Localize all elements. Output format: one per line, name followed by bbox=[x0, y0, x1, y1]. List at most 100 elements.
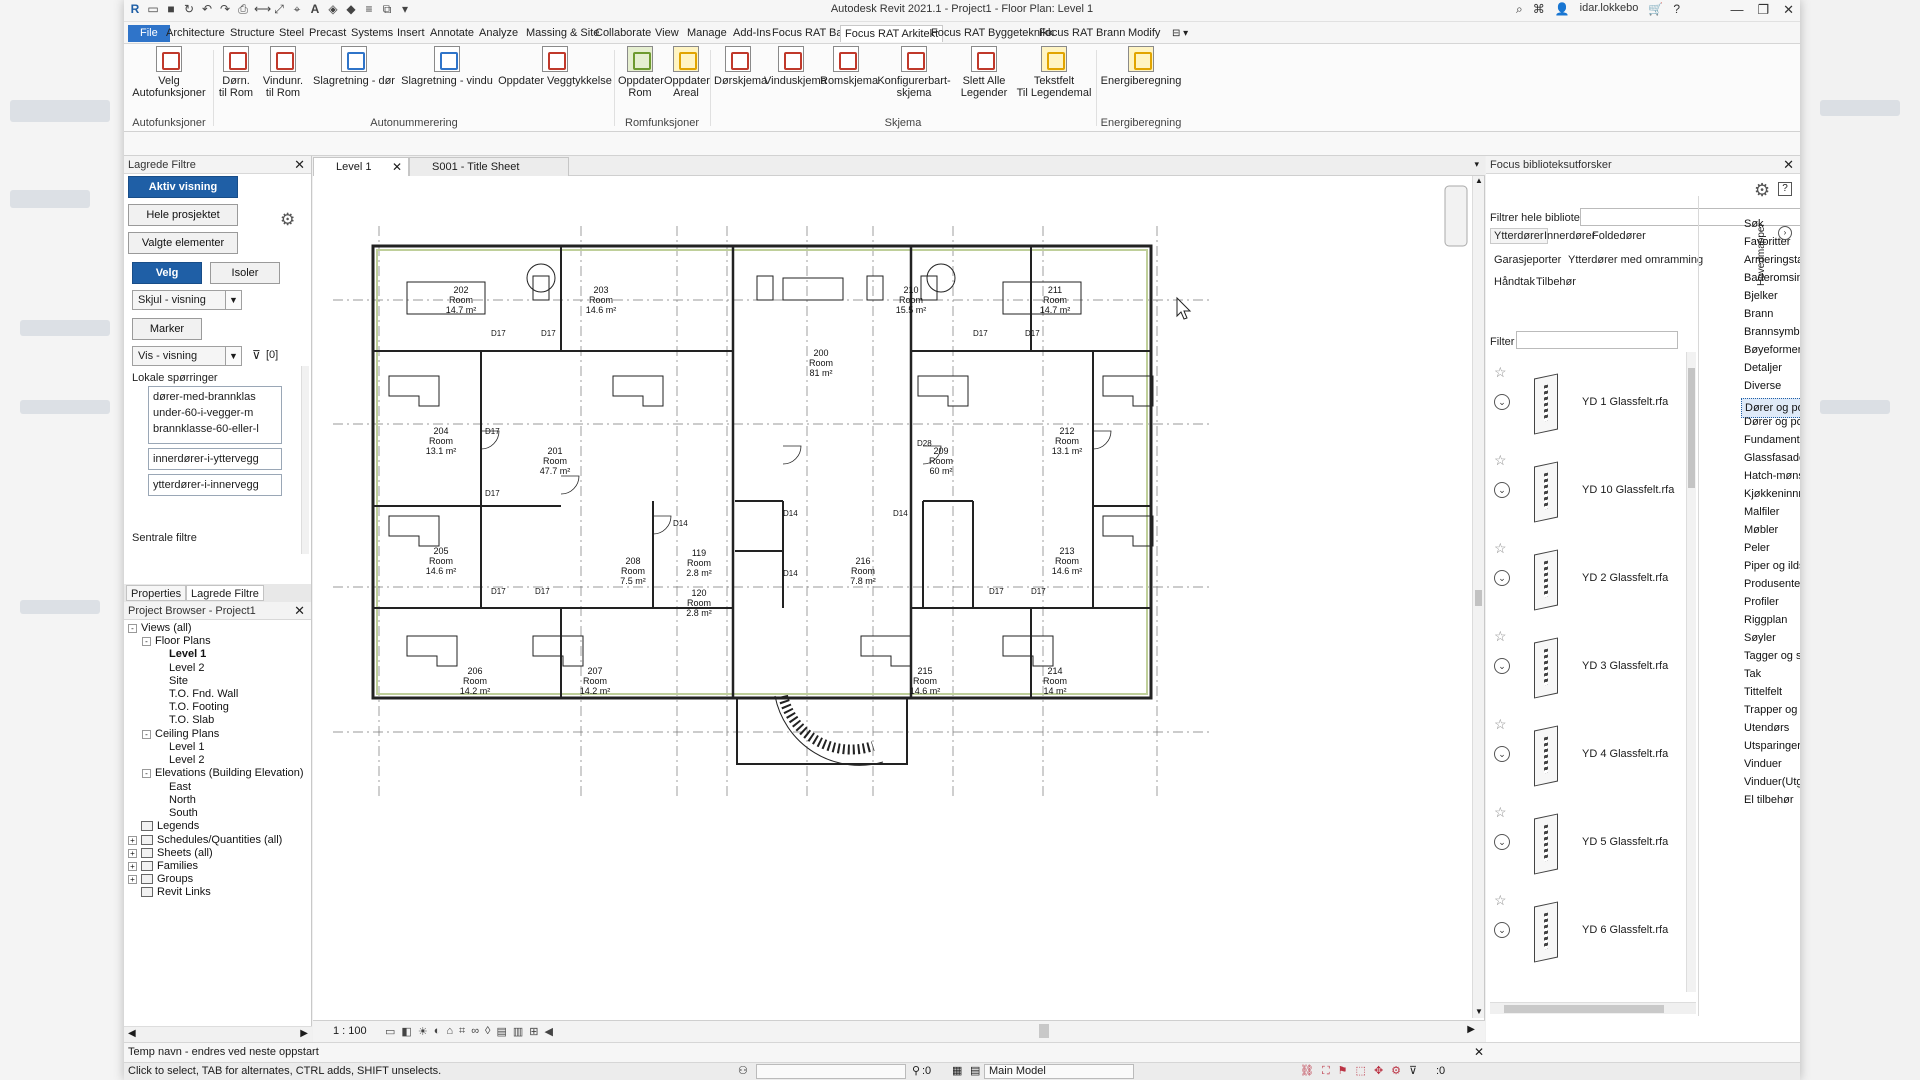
editable-icon[interactable]: ⚲ bbox=[912, 1063, 920, 1079]
collapse-icon[interactable]: - bbox=[142, 729, 151, 739]
slett-alle-legender-button[interactable]: Slett Alle Legender bbox=[956, 46, 1012, 99]
username[interactable]: idar.lokkebo bbox=[1580, 2, 1639, 17]
minimize-icon[interactable]: — bbox=[1730, 2, 1743, 18]
door-tag[interactable]: D14 bbox=[783, 569, 798, 578]
valgte-elementer-button[interactable]: Valgte elementer bbox=[128, 232, 238, 254]
star-icon[interactable]: ☆ bbox=[1494, 364, 1507, 381]
star-icon[interactable]: ☆ bbox=[1494, 716, 1507, 733]
room-tag[interactable]: 119Room2.8 m² bbox=[686, 548, 712, 578]
collapse-icon[interactable]: - bbox=[142, 636, 151, 646]
category-item[interactable]: Dører og porter(Utgående) bbox=[1744, 416, 1800, 428]
close-panel-icon[interactable]: ✕ bbox=[294, 156, 305, 174]
scrollbar[interactable] bbox=[301, 366, 309, 554]
category-item[interactable]: Utsparinger bbox=[1744, 740, 1800, 752]
star-icon[interactable]: ☆ bbox=[1494, 892, 1507, 909]
category-item[interactable]: Profiler bbox=[1744, 596, 1779, 608]
category-item[interactable]: Dører og porter bbox=[1741, 398, 1800, 418]
category-item[interactable]: Trapper og rekkverk bbox=[1744, 704, 1800, 716]
room-tag[interactable]: 201Room47.7 m² bbox=[540, 446, 571, 476]
tab-properties[interactable]: Properties bbox=[126, 585, 187, 601]
help-icon[interactable]: ? bbox=[1778, 182, 1792, 196]
tab-steel[interactable]: Steel bbox=[275, 25, 308, 42]
category-item[interactable]: Fundamenter bbox=[1744, 434, 1800, 446]
workset-dropdown[interactable] bbox=[756, 1064, 906, 1079]
chevron-down-circle-icon[interactable]: ⌄ bbox=[1494, 922, 1510, 938]
constraints-icon[interactable]: ⊞ bbox=[529, 1025, 538, 1038]
select-links-icon[interactable]: ⛓ bbox=[1300, 1063, 1314, 1079]
tab-collaborate[interactable]: Collaborate bbox=[591, 25, 655, 42]
tab-list-icon[interactable]: ▾ bbox=[1474, 159, 1479, 170]
tab-modify[interactable]: Modify bbox=[1124, 25, 1164, 42]
category-item[interactable]: Tagger og symboler bbox=[1744, 650, 1800, 662]
oppdater-rom-button[interactable]: Oppdater Rom bbox=[618, 46, 664, 99]
items-scrollbar[interactable] bbox=[1686, 352, 1696, 992]
scroll-thumb[interactable] bbox=[1504, 1005, 1664, 1013]
category-item[interactable]: Peler bbox=[1744, 542, 1770, 554]
expand-icon[interactable]: + bbox=[128, 835, 137, 845]
door-tag[interactable]: D17 bbox=[535, 587, 550, 596]
door-tag[interactable]: D17 bbox=[485, 427, 500, 436]
marker-button[interactable]: Marker bbox=[132, 318, 202, 340]
category-item[interactable]: Diverse bbox=[1744, 380, 1781, 392]
maximize-icon[interactable]: ❐ bbox=[1757, 2, 1769, 18]
horizontal-scroll-thumb[interactable] bbox=[1039, 1024, 1049, 1038]
category-item[interactable]: Utendørs bbox=[1744, 722, 1789, 734]
tab-annotate[interactable]: Annotate bbox=[426, 25, 478, 42]
reveal-hidden-icon[interactable]: ◊ bbox=[485, 1025, 490, 1038]
settings-gear-icon[interactable]: ⚙ bbox=[1754, 180, 1770, 201]
aktiv-visning-button[interactable]: Aktiv visning bbox=[128, 176, 238, 198]
chevron-down-circle-icon[interactable]: ⌄ bbox=[1494, 658, 1510, 674]
highlight-icon[interactable]: ▥ bbox=[513, 1025, 523, 1038]
category-item[interactable]: Brannsymboler bbox=[1744, 326, 1800, 338]
door-tag[interactable]: D17 bbox=[989, 587, 1004, 596]
close-icon[interactable]: ✕ bbox=[1783, 2, 1794, 18]
door-tag[interactable]: D17 bbox=[541, 329, 556, 338]
tree-item[interactable]: Revit Links bbox=[128, 884, 211, 900]
scrollbar[interactable]: ◀ ▶ bbox=[124, 1026, 312, 1042]
star-icon[interactable]: ☆ bbox=[1494, 452, 1507, 469]
category-item[interactable]: El tilbehør bbox=[1744, 794, 1794, 806]
filter-funnel-icon[interactable]: ⊽ bbox=[252, 348, 261, 362]
worksharing-icon[interactable]: ▤ bbox=[496, 1025, 506, 1038]
tab-insert[interactable]: Insert bbox=[393, 25, 429, 42]
tab-manage[interactable]: Manage bbox=[683, 25, 731, 42]
category-item[interactable]: Baderomsinnredning bbox=[1744, 272, 1800, 284]
render-icon[interactable]: ⌂ bbox=[446, 1025, 453, 1038]
tab-structure[interactable]: Structure bbox=[226, 25, 279, 42]
category-item[interactable]: Hatch-mønster bbox=[1744, 470, 1800, 482]
category-item[interactable]: Riggplan bbox=[1744, 614, 1787, 626]
door-tag[interactable]: D17 bbox=[491, 329, 506, 338]
velg-autofunksjoner-button[interactable]: Velg Autofunksjoner bbox=[126, 46, 212, 99]
category-item[interactable]: Vinduer(Utgående) bbox=[1744, 776, 1800, 788]
category-item[interactable]: Møbler bbox=[1744, 524, 1778, 536]
room-tag[interactable]: 206Room14.2 m² bbox=[460, 666, 491, 696]
category-item[interactable]: Armeringstagger og -symboler bbox=[1744, 254, 1800, 266]
category-item[interactable]: Malfiler bbox=[1744, 506, 1779, 518]
background-process-icon[interactable]: ⚙ bbox=[1391, 1063, 1401, 1079]
chevron-down-circle-icon[interactable]: ⌄ bbox=[1494, 394, 1510, 410]
dorskjema-button[interactable]: Dørskjema bbox=[714, 46, 767, 87]
floor-plan[interactable]: 202Room14.7 m²203Room14.6 m²210Room15.5 … bbox=[313, 176, 1473, 1018]
category-item[interactable]: Produsenter bbox=[1744, 578, 1800, 590]
temp-hide-icon[interactable]: ∞ bbox=[471, 1025, 479, 1038]
tab-ytterdorer[interactable]: Ytterdører bbox=[1490, 228, 1548, 244]
romskjema-button[interactable]: Romskjema bbox=[820, 46, 878, 87]
chevron-right-circle-icon[interactable]: › bbox=[1778, 226, 1792, 240]
room-tag[interactable]: 208Room7.5 m² bbox=[620, 556, 646, 586]
oppdater-areal-button[interactable]: Oppdater Areal bbox=[664, 46, 710, 99]
room-tag[interactable]: 211Room14.7 m² bbox=[1040, 285, 1071, 315]
oppdater-veggtykkelse-button[interactable]: Oppdater Veggtykkelse bbox=[497, 46, 613, 87]
star-icon[interactable]: ☆ bbox=[1494, 804, 1507, 821]
tab-handtak[interactable]: Håndtak bbox=[1494, 276, 1535, 288]
view-scale[interactable]: 1 : 100 bbox=[333, 1025, 367, 1037]
category-item[interactable]: Tittelfelt bbox=[1744, 686, 1782, 698]
category-item[interactable]: Tak bbox=[1744, 668, 1761, 680]
category-item[interactable]: Detaljer bbox=[1744, 362, 1782, 374]
category-item[interactable]: Brann bbox=[1744, 308, 1773, 320]
vertical-scrollbar[interactable]: ▲ ▼ bbox=[1472, 176, 1484, 1018]
tab-lagrede-filtre[interactable]: Lagrede Filtre bbox=[186, 585, 264, 601]
expand-icon[interactable]: + bbox=[128, 861, 137, 871]
slagretning-dor-button[interactable]: Slagretning - dør bbox=[310, 46, 398, 87]
binoculars-icon[interactable]: ⌘ bbox=[1533, 2, 1545, 17]
door-tag[interactable]: D28 bbox=[917, 439, 932, 448]
